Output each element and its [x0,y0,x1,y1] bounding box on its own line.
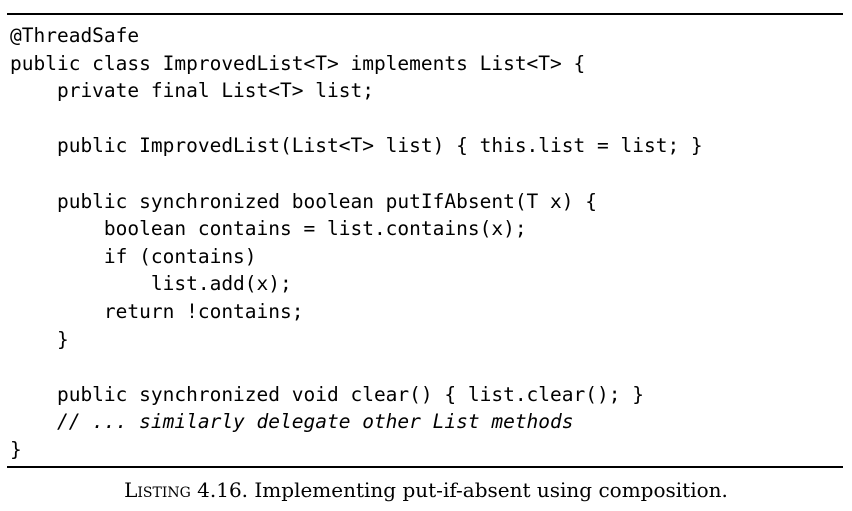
code-line: return !contains; [10,299,304,323]
caption-label: Listing 4.16. [124,478,249,502]
code-line: public synchronized void clear() { list.… [10,382,644,406]
code-block: @ThreadSafe public class ImprovedList<T> … [10,22,703,464]
code-line: } [10,327,69,351]
code-line: } [10,437,22,461]
code-comment-line: // ... similarly delegate other List met… [10,410,574,434]
code-line: @ThreadSafe [10,24,140,47]
listing-caption: Listing 4.16. Implementing put-if-absent… [0,476,852,504]
code-line: private final List<T> list; [10,79,374,103]
code-line: public class ImprovedList<T> implements … [10,51,586,75]
caption-text: Implementing put-if-absent using composi… [248,478,728,502]
code-line: boolean contains = list.contains(x); [10,217,527,241]
code-line: if (contains) [10,244,257,268]
code-listing: @ThreadSafe public class ImprovedList<T> … [7,13,843,468]
code-line: public ImprovedList(List<T> list) { this… [10,134,703,158]
code-line: public synchronized boolean putIfAbsent(… [10,189,597,213]
code-line: list.add(x); [10,272,292,296]
